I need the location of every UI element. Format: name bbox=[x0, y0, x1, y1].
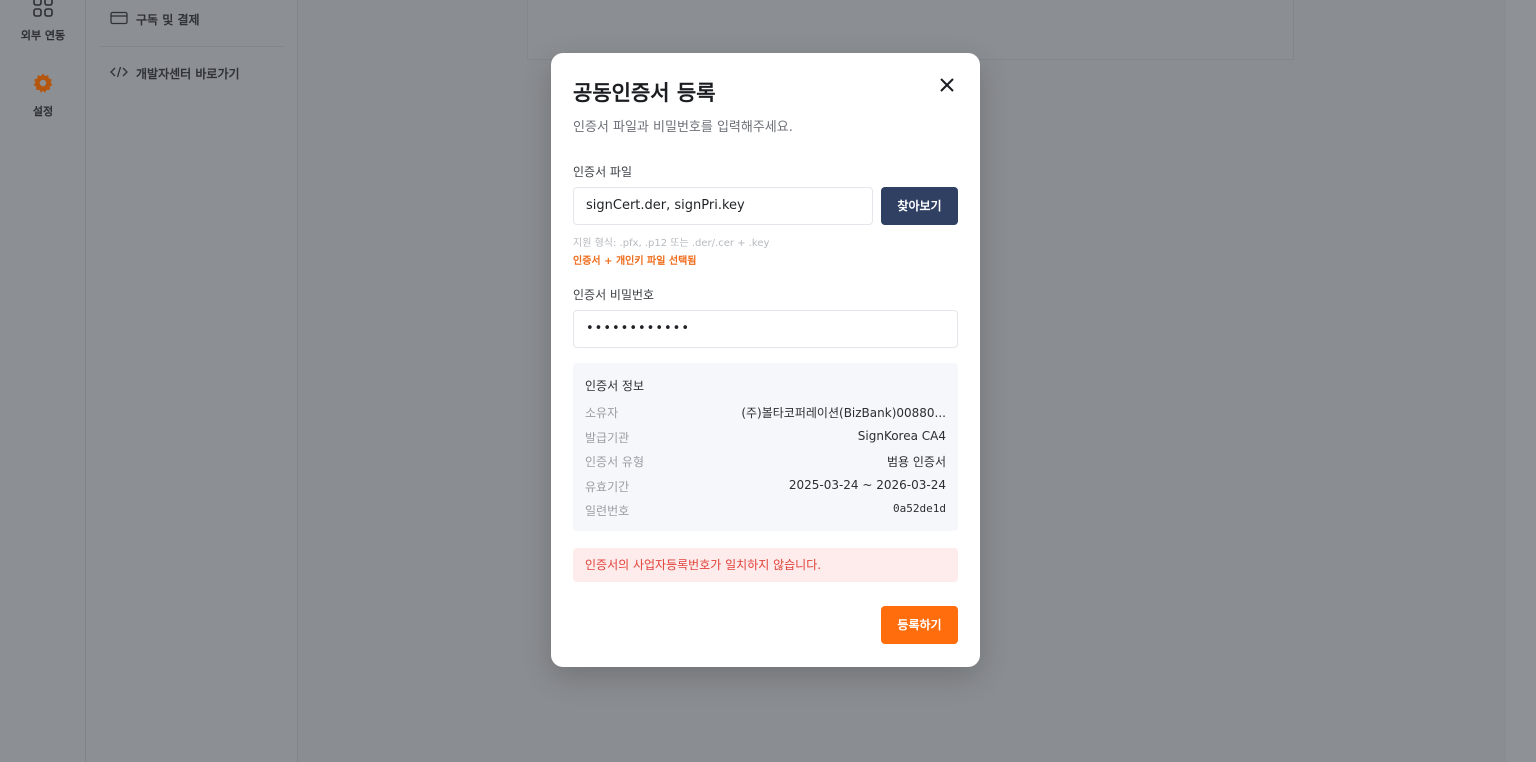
info-value: SignKorea CA4 bbox=[857, 429, 946, 443]
info-row-serial: 일련번호 0a52de1d bbox=[585, 502, 946, 519]
file-format-hint: 지원 형식: .pfx, .p12 또는 .der/.cer + .key bbox=[573, 238, 770, 249]
register-button[interactable]: 등록하기 bbox=[881, 606, 958, 644]
app-root: 외부 연동 설정 구독 및 결제 개발자센터 바로가기 공동인증서 등록 인증서… bbox=[0, 0, 1536, 762]
info-row-type: 인증서 유형 범용 인증서 bbox=[585, 453, 946, 470]
file-label: 인증서 파일 bbox=[573, 165, 633, 179]
info-key: 소유자 bbox=[585, 406, 619, 420]
info-value: (주)볼타코퍼레이션(BizBank)00880... bbox=[741, 406, 946, 420]
error-message: 인증서의 사업자등록번호가 일치하지 않습니다. bbox=[573, 548, 958, 582]
sub-item-developer-center[interactable]: 개발자센터 바로가기 bbox=[110, 65, 240, 82]
info-key: 일련번호 bbox=[585, 504, 630, 518]
icon-rail: 외부 연동 설정 bbox=[0, 0, 86, 762]
close-button[interactable] bbox=[937, 75, 957, 95]
settings-sub-nav: 구독 및 결제 개발자센터 바로가기 bbox=[86, 0, 298, 762]
info-key: 발급기관 bbox=[585, 431, 630, 445]
grid-icon bbox=[0, 0, 86, 21]
background-content-card bbox=[527, 0, 1294, 60]
info-row-validity: 유효기간 2025-03-24 ~ 2026-03-24 bbox=[585, 478, 946, 495]
sub-item-label: 개발자센터 바로가기 bbox=[136, 67, 240, 81]
info-value: 범용 인증서 bbox=[886, 455, 946, 469]
rail-item-settings[interactable]: 설정 bbox=[0, 72, 86, 119]
rail-item-label: 설정 bbox=[32, 105, 54, 118]
info-title: 인증서 정보 bbox=[585, 379, 645, 393]
rail-item-integrations[interactable]: 외부 연동 bbox=[0, 0, 86, 43]
divider bbox=[100, 46, 284, 47]
info-row-owner: 소유자 (주)볼타코퍼레이션(BizBank)00880... bbox=[585, 404, 946, 421]
password-label: 인증서 비밀번호 bbox=[573, 288, 655, 302]
close-icon bbox=[937, 78, 957, 99]
sub-item-label: 구독 및 결제 bbox=[136, 13, 200, 27]
browse-button[interactable]: 찾아보기 bbox=[881, 187, 958, 225]
rail-item-label: 외부 연동 bbox=[20, 29, 66, 42]
sub-item-subscription[interactable]: 구독 및 결제 bbox=[110, 11, 200, 28]
info-value: 0a52de1d bbox=[893, 502, 946, 515]
certificate-info-panel: 인증서 정보 소유자 (주)볼타코퍼레이션(BizBank)00880... 발… bbox=[573, 363, 958, 531]
info-row-issuer: 발급기관 SignKorea CA4 bbox=[585, 429, 946, 446]
modal-title: 공동인증서 등록 bbox=[573, 81, 716, 105]
certificate-password-input[interactable]: •••••••••••• bbox=[573, 310, 958, 348]
info-key: 유효기간 bbox=[585, 480, 630, 494]
credit-card-icon bbox=[110, 11, 128, 28]
code-icon bbox=[110, 65, 128, 82]
info-value: 2025-03-24 ~ 2026-03-24 bbox=[788, 478, 946, 492]
gear-icon bbox=[0, 72, 86, 97]
right-edge bbox=[1506, 0, 1536, 762]
certificate-register-modal: 공동인증서 등록 인증서 파일과 비밀번호를 입력해주세요. 인증서 파일 si… bbox=[551, 53, 980, 667]
certificate-file-input[interactable]: signCert.der, signPri.key bbox=[573, 187, 873, 225]
modal-description: 인증서 파일과 비밀번호를 입력해주세요. bbox=[573, 120, 793, 135]
file-selected-note: 인증서 + 개인키 파일 선택됨 bbox=[573, 256, 697, 267]
info-key: 인증서 유형 bbox=[585, 455, 645, 469]
